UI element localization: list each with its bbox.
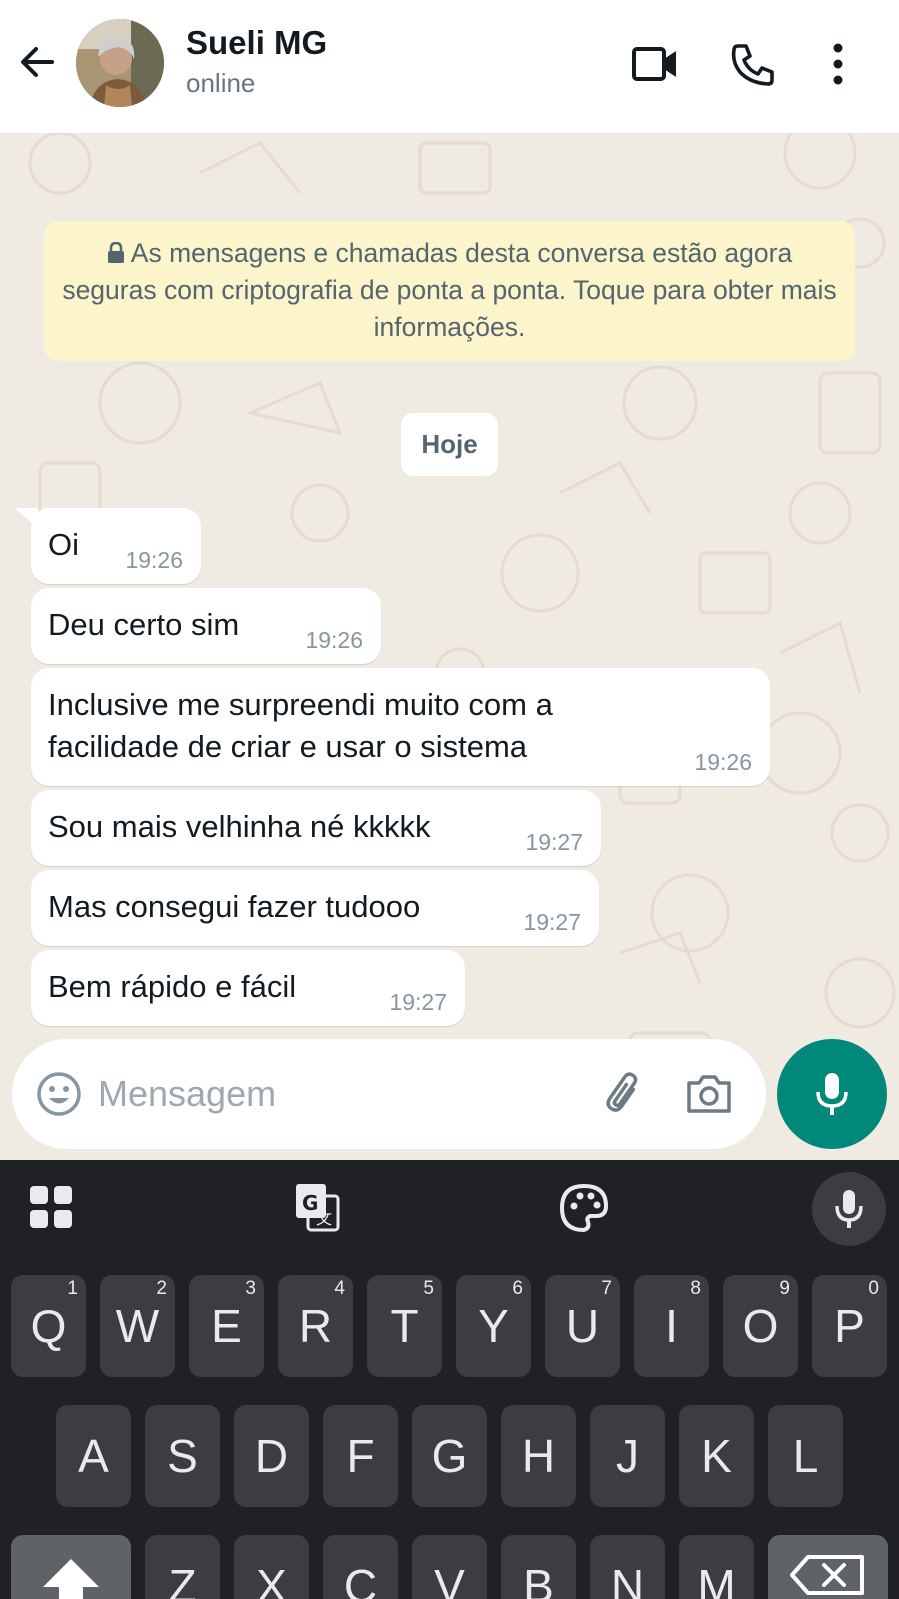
chat-area[interactable]: As mensagens e chamadas desta conversa e… bbox=[0, 133, 899, 1160]
key-label: Q bbox=[30, 1300, 67, 1352]
encryption-notice-text: As mensagens e chamadas desta conversa e… bbox=[62, 238, 837, 342]
message-bubble[interactable]: Bem rápido e fácil 19:27 bbox=[31, 950, 465, 1026]
key-number-hint: 3 bbox=[245, 1278, 256, 1299]
lock-icon bbox=[107, 237, 125, 263]
message-text: Bem rápido e fácil bbox=[48, 969, 297, 1004]
key-label: E bbox=[211, 1300, 242, 1352]
key-c[interactable]: C bbox=[323, 1535, 398, 1599]
date-separator: Hoje bbox=[401, 413, 498, 476]
shift-key[interactable] bbox=[11, 1535, 131, 1599]
key-label: Y bbox=[478, 1300, 509, 1352]
key-label: P bbox=[834, 1300, 865, 1352]
key-w[interactable]: W2 bbox=[100, 1275, 175, 1377]
key-u[interactable]: U7 bbox=[545, 1275, 620, 1377]
key-number-hint: 2 bbox=[156, 1278, 167, 1299]
key-p[interactable]: P0 bbox=[812, 1275, 887, 1377]
message-bubble[interactable]: Oi 19:26 bbox=[31, 508, 201, 584]
message-bubble[interactable]: Deu certo sim 19:26 bbox=[31, 588, 381, 664]
back-arrow-icon[interactable] bbox=[16, 40, 60, 84]
key-number-hint: 0 bbox=[868, 1278, 879, 1299]
message-time: 19:26 bbox=[694, 749, 752, 775]
message-time: 19:26 bbox=[305, 627, 363, 653]
message-text: Oi bbox=[48, 527, 79, 562]
key-label: R bbox=[298, 1300, 333, 1352]
key-d[interactable]: D bbox=[234, 1405, 309, 1507]
microphone-icon bbox=[835, 1190, 863, 1228]
key-l[interactable]: L bbox=[768, 1405, 843, 1507]
message-text: Mas consegui fazer tudooo bbox=[48, 889, 421, 924]
backspace-key[interactable] bbox=[768, 1535, 888, 1599]
voice-message-button[interactable] bbox=[777, 1039, 887, 1149]
key-label: O bbox=[742, 1300, 779, 1352]
key-x[interactable]: X bbox=[234, 1535, 309, 1599]
message-time: 19:27 bbox=[525, 829, 583, 855]
message-bubble[interactable]: Mas consegui fazer tudooo 19:27 bbox=[31, 870, 599, 946]
key-number-hint: 5 bbox=[423, 1278, 434, 1299]
message-line: facilidade de criar e usar o sistema bbox=[48, 729, 528, 764]
message-bubble[interactable]: Inclusive me surpreendi muito com a faci… bbox=[31, 668, 770, 786]
camera-icon[interactable] bbox=[684, 1071, 734, 1117]
translate-icon[interactable]: G文 bbox=[290, 1180, 346, 1236]
key-label: W bbox=[115, 1300, 160, 1352]
message-line: Inclusive me surpreendi muito com a bbox=[48, 687, 553, 722]
key-a[interactable]: A bbox=[56, 1405, 131, 1507]
key-number-hint: 9 bbox=[779, 1278, 790, 1299]
key-y[interactable]: Y6 bbox=[456, 1275, 531, 1377]
message-input[interactable]: Mensagem bbox=[98, 1073, 276, 1115]
message-text: Sou mais velhinha né kkkkk bbox=[48, 809, 431, 844]
message-time: 19:27 bbox=[389, 989, 447, 1015]
key-f[interactable]: F bbox=[323, 1405, 398, 1507]
key-label: U bbox=[565, 1300, 600, 1352]
svg-text:文: 文 bbox=[316, 1209, 332, 1228]
key-number-hint: 4 bbox=[334, 1278, 345, 1299]
key-t[interactable]: T5 bbox=[367, 1275, 442, 1377]
apps-grid-icon[interactable] bbox=[24, 1180, 80, 1236]
backspace-icon bbox=[790, 1555, 864, 1595]
key-i[interactable]: I8 bbox=[634, 1275, 709, 1377]
message-composer[interactable]: Mensagem bbox=[12, 1039, 766, 1149]
key-q[interactable]: Q1 bbox=[11, 1275, 86, 1377]
key-g[interactable]: G bbox=[412, 1405, 487, 1507]
voice-call-icon[interactable] bbox=[728, 40, 780, 88]
key-b[interactable]: B bbox=[501, 1535, 576, 1599]
avatar[interactable] bbox=[76, 19, 164, 107]
key-h[interactable]: H bbox=[501, 1405, 576, 1507]
key-label: I bbox=[665, 1300, 678, 1352]
message-text: Inclusive me surpreendi muito com a faci… bbox=[48, 684, 553, 768]
emoji-icon[interactable] bbox=[36, 1071, 82, 1117]
key-k[interactable]: K bbox=[679, 1405, 754, 1507]
key-z[interactable]: Z bbox=[145, 1535, 220, 1599]
key-label: T bbox=[390, 1300, 419, 1352]
key-number-hint: 6 bbox=[512, 1278, 523, 1299]
key-e[interactable]: E3 bbox=[189, 1275, 264, 1377]
key-s[interactable]: S bbox=[145, 1405, 220, 1507]
contact-name[interactable]: Sueli MG bbox=[186, 24, 327, 62]
message-time: 19:27 bbox=[523, 909, 581, 935]
keyboard-voice-button[interactable] bbox=[812, 1172, 886, 1246]
key-m[interactable]: M bbox=[679, 1535, 754, 1599]
theme-palette-icon[interactable] bbox=[556, 1180, 612, 1236]
chat-header: Sueli MG online bbox=[0, 0, 899, 133]
attach-icon[interactable] bbox=[600, 1069, 650, 1119]
microphone-icon bbox=[816, 1073, 848, 1115]
video-call-icon[interactable] bbox=[630, 40, 682, 88]
key-v[interactable]: V bbox=[412, 1535, 487, 1599]
key-j[interactable]: J bbox=[590, 1405, 665, 1507]
key-r[interactable]: R4 bbox=[278, 1275, 353, 1377]
keyboard: G文 Q1 W2 E3 R4 T5 Y6 U7 I8 O9 P0 A S D F… bbox=[0, 1160, 899, 1599]
contact-status: online bbox=[186, 68, 256, 98]
key-n[interactable]: N bbox=[590, 1535, 665, 1599]
key-o[interactable]: O9 bbox=[723, 1275, 798, 1377]
message-bubble[interactable]: Sou mais velhinha né kkkkk 19:27 bbox=[31, 790, 601, 866]
encryption-notice[interactable]: As mensagens e chamadas desta conversa e… bbox=[44, 221, 855, 361]
key-number-hint: 7 bbox=[601, 1278, 612, 1299]
more-options-icon[interactable] bbox=[824, 40, 852, 88]
key-number-hint: 1 bbox=[67, 1278, 78, 1299]
shift-icon bbox=[43, 1559, 99, 1599]
message-time: 19:26 bbox=[125, 547, 183, 573]
key-number-hint: 8 bbox=[690, 1278, 701, 1299]
message-text: Deu certo sim bbox=[48, 607, 240, 642]
